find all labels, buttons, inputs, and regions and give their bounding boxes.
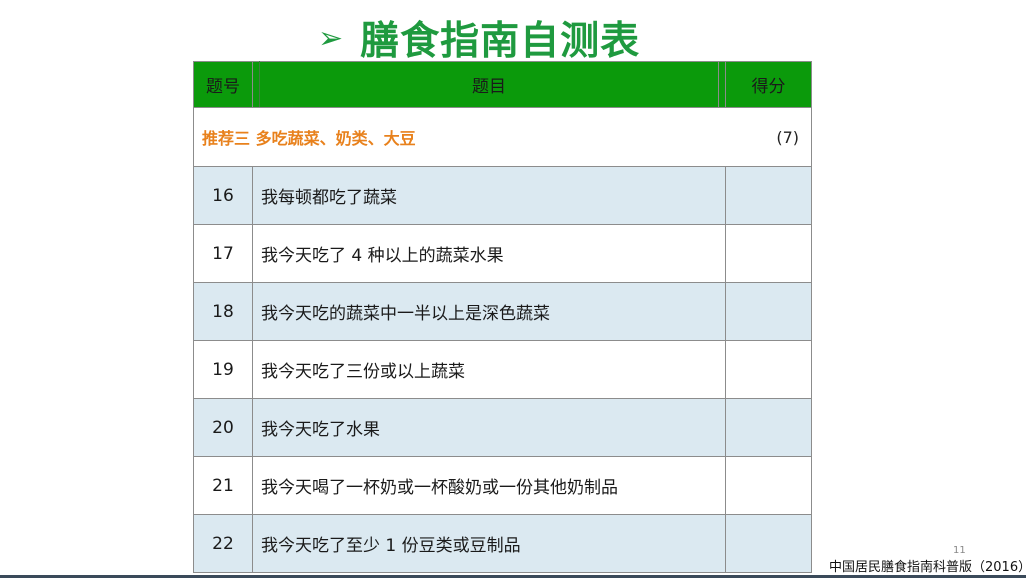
row-text: 我今天吃了至少 1 份豆类或豆制品 [252,514,726,573]
table-row: 16 我每顿都吃了蔬菜 [193,166,812,225]
table-row: 21 我今天喝了一杯奶或一杯酸奶或一份其他奶制品 [193,456,812,515]
table-row: 17 我今天吃了 4 种以上的蔬菜水果 [193,224,812,283]
arrow-bullet-icon: ➢ [318,20,345,56]
score-cell[interactable] [725,398,812,457]
row-text: 我今天吃了 4 种以上的蔬菜水果 [252,224,726,283]
score-cell[interactable] [725,456,812,515]
row-text: 我今天吃了水果 [252,398,726,457]
table-row: 19 我今天吃了三份或以上蔬菜 [193,340,812,399]
row-text: 我今天吃了三份或以上蔬菜 [252,340,726,399]
section-score: (7) [725,107,812,167]
row-text: 我每顿都吃了蔬菜 [252,166,726,225]
self-test-table: 题号 题目 得分 推荐三 多吃蔬菜、奶类、大豆 (7) 16 我每顿都吃了蔬菜 … [193,61,812,573]
source-citation: 中国居民膳食指南科普版（2016） [829,560,1026,575]
row-number: 20 [193,398,253,457]
score-cell[interactable] [725,224,812,283]
row-number: 21 [193,456,253,515]
slide-title: ➢ 膳食指南自测表 [318,10,640,66]
section-row: 推荐三 多吃蔬菜、奶类、大豆 (7) [193,107,812,167]
header-score: 得分 [725,61,812,108]
bottom-divider [0,575,1026,578]
header-item: 题目 [259,61,719,108]
score-cell[interactable] [725,340,812,399]
section-title: 推荐三 多吃蔬菜、奶类、大豆 [193,107,726,167]
score-cell[interactable] [725,282,812,341]
row-number: 17 [193,224,253,283]
slide-title-text: 膳食指南自测表 [360,19,641,64]
table-row: 22 我今天吃了至少 1 份豆类或豆制品 [193,514,812,573]
row-number: 22 [193,514,253,573]
header-spacer [252,61,260,108]
row-number: 18 [193,282,253,341]
table-header-row: 题号 题目 得分 [193,61,812,108]
row-number: 16 [193,166,253,225]
header-number: 题号 [193,61,253,108]
row-text: 我今天吃的蔬菜中一半以上是深色蔬菜 [252,282,726,341]
score-cell[interactable] [725,514,812,573]
row-text: 我今天喝了一杯奶或一杯酸奶或一份其他奶制品 [252,456,726,515]
header-spacer [718,61,726,108]
score-cell[interactable] [725,166,812,225]
table-row: 18 我今天吃的蔬菜中一半以上是深色蔬菜 [193,282,812,341]
table-row: 20 我今天吃了水果 [193,398,812,457]
row-number: 19 [193,340,253,399]
page-number: 11 [953,545,966,556]
